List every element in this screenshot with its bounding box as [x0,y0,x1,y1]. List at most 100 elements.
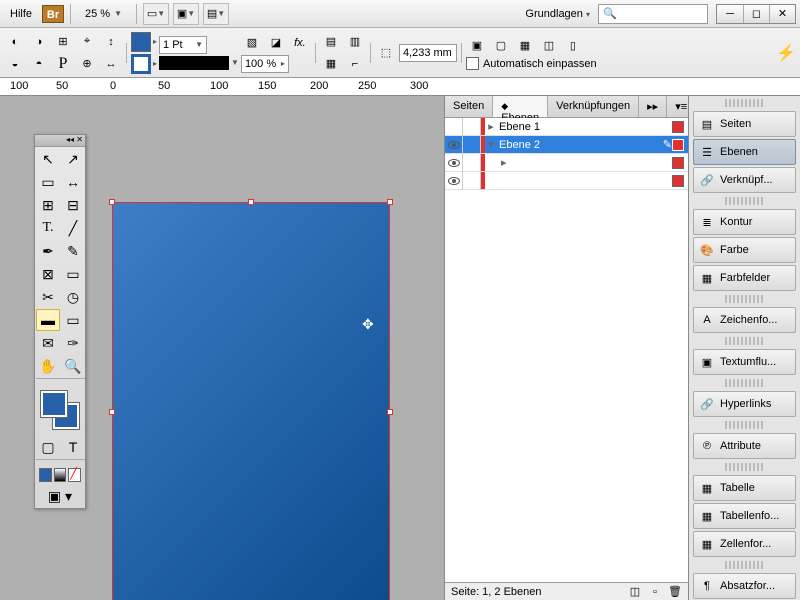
fx-button[interactable]: fx. [289,33,311,53]
tool-icon-b3[interactable]: P [52,54,74,74]
chevron-down-icon[interactable]: ▸ [153,59,157,68]
tool-icon-b2[interactable]: ◓ [28,54,50,74]
pen-tool[interactable]: ✒ [36,240,60,262]
layer-row[interactable]: ▸Ebene 1 [445,118,688,136]
gradient-swatch-tool[interactable]: ▬ [36,309,60,331]
fill-color[interactable] [41,391,67,417]
selection-proxy[interactable] [672,139,684,151]
zoom-tool[interactable]: 🔍 [61,355,85,377]
pencil-tool[interactable]: ✎ [61,240,85,262]
disclosure-triangle[interactable]: ▸ [485,156,501,169]
tool-icon-a3[interactable]: ⊞ [52,32,74,52]
tool-icon-a4[interactable]: ⌖ [76,32,98,52]
lock-toggle[interactable] [463,154,481,172]
fitting-icon-4[interactable]: ◫ [538,35,560,55]
layer-row[interactable]: ▸ [445,154,688,172]
tab-seiten[interactable]: Seiten [445,96,493,117]
fitting-icon-1[interactable]: ▣ [466,35,488,55]
selection-handle[interactable] [248,199,254,205]
apply-container-icon[interactable]: ▢ [36,436,60,458]
stroke-weight-field[interactable]: 1 Pt▼ [159,36,207,54]
fitting-icon-5[interactable]: ▯ [562,35,584,55]
textwrap-icon-1[interactable]: ▤ [320,32,342,52]
panel-collapse-icon[interactable]: ▸▸ [639,96,667,117]
corner-size-field[interactable]: 4,233 mm [399,44,457,62]
direct-selection-tool[interactable]: ↗ [61,148,85,170]
eyedropper-tool[interactable]: ✑ [61,332,85,354]
view-options-button[interactable]: ▭▼ [143,3,169,25]
dock-button-ebenen[interactable]: ☰Ebenen [693,139,796,165]
dock-grip[interactable] [725,337,764,345]
visibility-toggle[interactable] [445,154,463,172]
textwrap-icon-3[interactable]: ▦ [320,54,342,74]
dock-grip[interactable] [725,379,764,387]
stroke-swatch[interactable] [131,54,151,74]
selected-rectangle[interactable] [112,202,390,600]
stroke-style[interactable] [159,56,229,70]
tool-icon-b5[interactable]: ↔ [100,54,122,74]
dock-grip[interactable] [725,421,764,429]
selection-handle[interactable] [387,199,393,205]
layer-name[interactable]: Ebene 1 [497,121,672,133]
tab-ebenen[interactable]: ◆ Ebenen [493,96,548,117]
chevron-down-icon[interactable]: ▸ [153,37,157,46]
visibility-toggle[interactable] [445,136,463,154]
dock-button-seiten[interactable]: ▤Seiten [693,111,796,137]
dock-button-tabellenfo[interactable]: ▦Tabellenfo... [693,503,796,529]
fitting-icon-2[interactable]: ▢ [490,35,512,55]
textwrap-icon-2[interactable]: ▥ [344,32,366,52]
layer-name[interactable]: Ebene 2 [497,139,663,151]
minimize-button[interactable]: ─ [717,5,743,23]
lock-toggle[interactable] [463,172,481,190]
transform-tool[interactable]: ◷ [61,286,85,308]
maximize-button[interactable]: ◻ [743,5,769,23]
fitting-icon-3[interactable]: ▦ [514,35,536,55]
disclosure-triangle[interactable]: ▾ [485,138,497,151]
dock-button-tabelle[interactable]: ▦Tabelle [693,475,796,501]
view-mode-toggle[interactable]: ▣ ▾ [36,485,84,507]
hand-tool[interactable]: ✋ [36,355,60,377]
scissors-tool[interactable]: ✂ [36,286,60,308]
chevron-down-icon[interactable]: ▼ [231,58,239,67]
fx-none-icon[interactable]: ▧ [241,33,263,53]
new-sublayer-icon[interactable]: ◫ [628,585,642,599]
screen-mode-button[interactable]: ▣▼ [173,3,199,25]
search-input[interactable]: 🔍 [598,4,708,24]
page-tool[interactable]: ▭ [36,171,60,193]
textwrap-icon-4[interactable]: ⌐ [344,54,366,74]
dock-button-verknpf[interactable]: 🔗Verknüpf... [693,167,796,193]
opacity-field[interactable]: 100 %▸ [241,55,289,73]
gradient-feather-tool[interactable]: ▭ [61,309,85,331]
content-placer-tool[interactable]: ⊟ [61,194,85,216]
tool-icon-a2[interactable]: ◑ [28,32,50,52]
line-tool[interactable]: ╱ [61,217,85,239]
type-tool[interactable]: T. [36,217,60,239]
zoom-dropdown[interactable]: 25 % ▼ [77,8,130,20]
dock-grip[interactable] [725,561,764,569]
delete-layer-icon[interactable]: 🗑 [668,585,682,599]
apply-gradient[interactable] [54,468,67,482]
dock-grip[interactable] [725,99,764,107]
selection-handle[interactable] [109,199,115,205]
selection-proxy[interactable] [672,175,684,187]
autofit-checkbox[interactable] [466,57,479,70]
dock-grip[interactable] [725,463,764,471]
selection-handle[interactable] [387,409,393,415]
dock-grip[interactable] [725,197,764,205]
apply-color[interactable] [39,468,52,482]
apply-text-icon[interactable]: T [61,436,85,458]
selection-proxy[interactable] [672,121,684,133]
dock-grip[interactable] [725,295,764,303]
dock-button-zellenfor[interactable]: ▦Zellenfor... [693,531,796,557]
panel-collapse-bar[interactable]: ◂◂ ✕ [35,135,85,147]
layer-row[interactable]: ▾Ebene 2✎ [445,136,688,154]
selection-tool[interactable]: ↖ [36,148,60,170]
tool-icon-a1[interactable]: ◐ [4,32,26,52]
dock-button-zeichenfo[interactable]: AZeichenfo... [693,307,796,333]
new-layer-icon[interactable]: ▫ [648,585,662,599]
apply-none[interactable]: ╱ [68,468,81,482]
dock-button-absatzfor[interactable]: ¶Absatzfor... [693,573,796,599]
dock-button-textumflu[interactable]: ▣Textumflu... [693,349,796,375]
disclosure-triangle[interactable]: ▸ [485,120,497,133]
note-tool[interactable]: ✉ [36,332,60,354]
